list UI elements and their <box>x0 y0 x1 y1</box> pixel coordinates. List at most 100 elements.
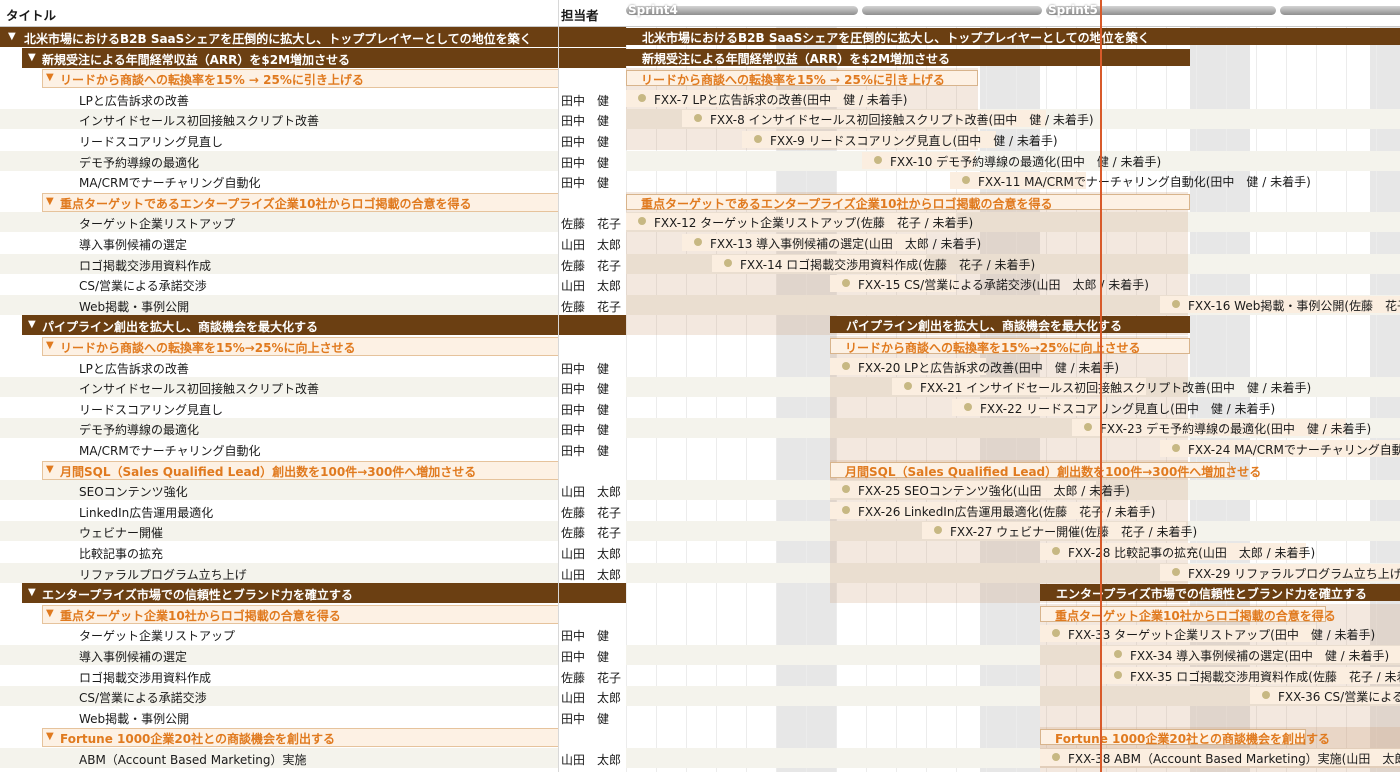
triangle-down-icon[interactable]: ▼ <box>46 196 54 207</box>
task-row[interactable]: ロゴ掲載交渉用資料作成 佐藤 花子 <box>0 253 626 274</box>
task-row[interactable]: ABM（Account Based Marketing）実施 山田 太郎 <box>0 748 626 768</box>
task-label: FXX-8 インサイドセールス初回接触スクリプト改善(田中 健 / 未着手) <box>710 113 1094 128</box>
task-row[interactable]: 導入事例候補の選定 田中 健 <box>0 645 626 665</box>
sprint-bar[interactable] <box>1280 6 1400 15</box>
task-row[interactable]: Web掲載・事例公開 佐藤 花子 <box>0 294 626 315</box>
key-result-row[interactable]: ▼ 月間SQL（Sales Qualified Lead）創出数を100件→300… <box>0 459 626 480</box>
task-bar[interactable]: FXX-10 デモ予約導線の最適化(田中 健 / 未着手) <box>862 151 1161 169</box>
task-bar[interactable]: FXX-20 LPと広告訴求の改善(田中 健 / 未着手) <box>830 357 1119 375</box>
triangle-down-icon[interactable]: ▼ <box>28 587 36 598</box>
triangle-down-icon[interactable]: ▼ <box>46 608 54 619</box>
task-bar[interactable]: FXX-16 Web掲載・事例公開(佐藤 花子 <box>1160 295 1400 313</box>
triangle-down-icon[interactable]: ▼ <box>46 340 54 351</box>
objective-bar[interactable]: 新規受注による年間経常収益（ARR）を$2M増加させる <box>626 48 1190 66</box>
key-result-row[interactable]: ▼ リードから商談への転換率を15%→25%に向上させる <box>0 336 626 356</box>
key-result-row[interactable]: ▼ Fortune 1000企業20社との商談機会を創出する <box>0 727 626 748</box>
task-row[interactable]: インサイドセールス初回接触スクリプト改善 田中 健 <box>0 377 626 398</box>
key-result-bar[interactable]: Fortune 1000企業20社との商談機会を創出する <box>1040 729 1330 746</box>
goal-row[interactable]: ▼ 北米市場におけるB2B SaaSシェアを圧倒的に拡大し、トッププレイヤーとして… <box>0 27 626 47</box>
triangle-down-icon[interactable]: ▼ <box>46 731 54 742</box>
task-bar[interactable]: FXX-11 MA/CRMでナーチャリング自動化(田中 健 / 未着手) <box>950 172 1311 190</box>
key-result-row[interactable]: ▼ リードから商談への転換率を15% → 25%に引き上げる <box>0 68 626 89</box>
triangle-down-icon[interactable]: ▼ <box>8 31 16 42</box>
task-bar[interactable]: FXX-25 SEOコンテンツ強化(山田 太郎 / 未着手) <box>830 481 1130 499</box>
bar-label: 月間SQL（Sales Qualified Lead）創出数を100件→300件… <box>845 464 1262 479</box>
task-row[interactable]: リファラルプログラム立ち上げ 山田 太郎 <box>0 562 626 583</box>
task-bar[interactable]: FXX-36 CS/営業による承 <box>1250 687 1400 705</box>
task-row[interactable]: ターゲット企業リストアップ 佐藤 花子 <box>0 212 626 233</box>
objective-row[interactable]: ▼ 新規受注による年間経常収益（ARR）を$2M増加させる <box>0 47 626 68</box>
title-column-header[interactable]: タイトル <box>6 5 56 24</box>
key-result-bar[interactable]: 月間SQL（Sales Qualified Lead）創出数を100件→300件… <box>830 461 1261 479</box>
key-result-bar[interactable]: 重点ターゲット企業10社からロゴ掲載の合意を得る <box>1040 605 1336 623</box>
objective-bar[interactable]: パイプライン創出を拡大し、商談機会を最大化する <box>830 316 1190 334</box>
objective-bar[interactable]: エンタープライズ市場での信頼性とブランド力を確立する <box>1040 584 1400 602</box>
triangle-down-icon[interactable]: ▼ <box>46 72 54 83</box>
task-bar[interactable]: FXX-33 ターゲット企業リストアップ(田中 健 / 未着手) <box>1040 625 1375 643</box>
key-result-row[interactable]: ▼ 重点ターゲット企業10社からロゴ掲載の合意を得る <box>0 603 626 624</box>
task-bar[interactable]: FXX-27 ウェビナー開催(佐藤 花子 / 未着手) <box>922 522 1197 540</box>
task-label: FXX-38 ABM（Account Based Marketing）実施(山田… <box>1068 752 1400 766</box>
goal-bar[interactable]: 北米市場におけるB2B SaaSシェアを圧倒的に拡大し、トッププレイヤーとしての… <box>626 28 1400 45</box>
task-bar[interactable]: FXX-23 デモ予約導線の最適化(田中 健 / 未着手) <box>1072 419 1371 437</box>
bar-label: 北米市場におけるB2B SaaSシェアを圧倒的に拡大し、トッププレイヤーとしての… <box>642 31 1150 45</box>
task-row[interactable]: SEOコンテンツ強化 山田 太郎 <box>0 480 626 501</box>
task-row[interactable]: デモ予約導線の最適化 田中 健 <box>0 418 626 439</box>
task-row[interactable]: 導入事例候補の選定 山田 太郎 <box>0 233 626 253</box>
objective-row[interactable]: ▼ パイプライン創出を拡大し、商談機会を最大化する <box>0 315 626 336</box>
row-assignee: 田中 健 <box>561 361 610 376</box>
task-bar[interactable]: FXX-22 リードスコアリング見直し(田中 健 / 未着手) <box>952 398 1275 416</box>
key-result-row[interactable]: ▼ 重点ターゲットであるエンタープライズ企業10社からロゴ掲載の合意を得る <box>0 191 626 212</box>
task-bar[interactable]: FXX-34 導入事例候補の選定(田中 健 / 未着手) <box>1102 646 1400 663</box>
triangle-down-icon[interactable]: ▼ <box>28 52 36 63</box>
task-bar[interactable]: FXX-35 ロゴ掲載交渉用資料作成(佐藤 花子 / 未着手 <box>1102 666 1400 684</box>
task-bar[interactable]: FXX-38 ABM（Account Based Marketing）実施(山田… <box>1040 749 1400 766</box>
task-row[interactable]: LPと広告訴求の改善 田中 健 <box>0 356 626 377</box>
task-bar[interactable]: FXX-26 LinkedIn広告運用最適化(佐藤 花子 / 未着手) <box>830 501 1156 519</box>
status-dot-icon <box>842 279 850 288</box>
outline-panel: タイトル 担当者 ▼ 北米市場におけるB2B SaaSシェアを圧倒的に拡大し、トッ… <box>0 0 626 772</box>
task-bar[interactable]: FXX-28 比較記事の拡充(山田 太郎 / 未着手) <box>1040 543 1315 560</box>
key-result-bar[interactable]: リードから商談への転換率を15% → 25%に引き上げる <box>626 70 978 87</box>
task-row[interactable]: ロゴ掲載交渉用資料作成 佐藤 花子 <box>0 665 626 686</box>
row-assignee: 田中 健 <box>561 711 610 726</box>
task-label: FXX-26 LinkedIn広告運用最適化(佐藤 花子 / 未着手) <box>858 504 1156 519</box>
task-bar[interactable]: FXX-29 リファラルプログラム立ち上げ(山 <box>1160 563 1400 581</box>
task-row[interactable]: ターゲット企業リストアップ 田中 健 <box>0 624 626 645</box>
task-row[interactable]: Web掲載・事例公開 田中 健 <box>0 706 626 727</box>
column-divider[interactable] <box>558 0 559 772</box>
task-row[interactable]: MA/CRMでナーチャリング自動化 田中 健 <box>0 171 626 192</box>
task-label: FXX-11 MA/CRMでナーチャリング自動化(田中 健 / 未着手) <box>978 175 1311 190</box>
status-dot-icon <box>842 361 850 370</box>
assignee-column-header[interactable]: 担当者 <box>561 5 599 24</box>
task-row[interactable]: MA/CRMでナーチャリング自動化 田中 健 <box>0 439 626 459</box>
task-bar[interactable]: FXX-21 インサイドセールス初回接触スクリプト改善(田中 健 / 未着手) <box>892 378 1311 396</box>
task-row[interactable]: LinkedIn広告運用最適化 佐藤 花子 <box>0 500 626 521</box>
task-bar[interactable]: FXX-7 LPと広告訴求の改善(田中 健 / 未着手) <box>626 89 907 107</box>
task-bar[interactable]: FXX-12 ターゲット企業リストアップ(佐藤 花子 / 未着手) <box>626 213 973 231</box>
task-row[interactable]: デモ予約導線の最適化 田中 健 <box>0 150 626 171</box>
task-label: FXX-10 デモ予約導線の最適化(田中 健 / 未着手) <box>890 154 1162 169</box>
task-row[interactable]: LPと広告訴求の改善 田中 健 <box>0 88 626 109</box>
task-row[interactable]: CS/営業による承諾交渉 山田 太郎 <box>0 686 626 707</box>
task-bar[interactable]: FXX-9 リードスコアリング見直し(田中 健 / 未着手) <box>742 131 1058 148</box>
row-title: デモ予約導線の最適化 <box>79 423 200 438</box>
task-bar[interactable]: FXX-15 CS/営業による承諾交渉(山田 太郎 / 未着手) <box>830 275 1149 293</box>
status-dot-icon <box>962 176 970 185</box>
task-bar[interactable]: FXX-14 ロゴ掲載交渉用資料作成(佐藤 花子 / 未着手) <box>712 254 1035 272</box>
task-row[interactable]: インサイドセールス初回接触スクリプト改善 田中 健 <box>0 109 626 130</box>
sprint-bar[interactable] <box>862 6 1042 15</box>
task-row[interactable]: CS/営業による承諾交渉 山田 太郎 <box>0 274 626 295</box>
task-bar[interactable]: FXX-13 導入事例候補の選定(山田 太郎 / 未着手) <box>682 234 981 251</box>
task-bar[interactable]: FXX-8 インサイドセールス初回接触スクリプト改善(田中 健 / 未着手) <box>682 110 1094 128</box>
task-row[interactable]: 比較記事の拡充 山田 太郎 <box>0 542 626 562</box>
task-bar[interactable]: FXX-24 MA/CRMでナーチャリング自動化 <box>1160 440 1400 457</box>
triangle-down-icon[interactable]: ▼ <box>28 319 36 330</box>
task-row[interactable]: ウェビナー開催 佐藤 花子 <box>0 521 626 542</box>
task-row[interactable]: リードスコアリング見直し 田中 健 <box>0 397 626 418</box>
objective-row[interactable]: ▼ エンタープライズ市場での信頼性とブランド力を確立する <box>0 583 626 604</box>
task-row[interactable]: リードスコアリング見直し 田中 健 <box>0 130 626 150</box>
key-result-bar[interactable]: リードから商談への転換率を15%→25%に向上させる <box>830 338 1190 355</box>
triangle-down-icon[interactable]: ▼ <box>46 464 54 475</box>
key-result-bar[interactable]: 重点ターゲットであるエンタープライズ企業10社からロゴ掲載の合意を得る <box>626 193 1190 211</box>
